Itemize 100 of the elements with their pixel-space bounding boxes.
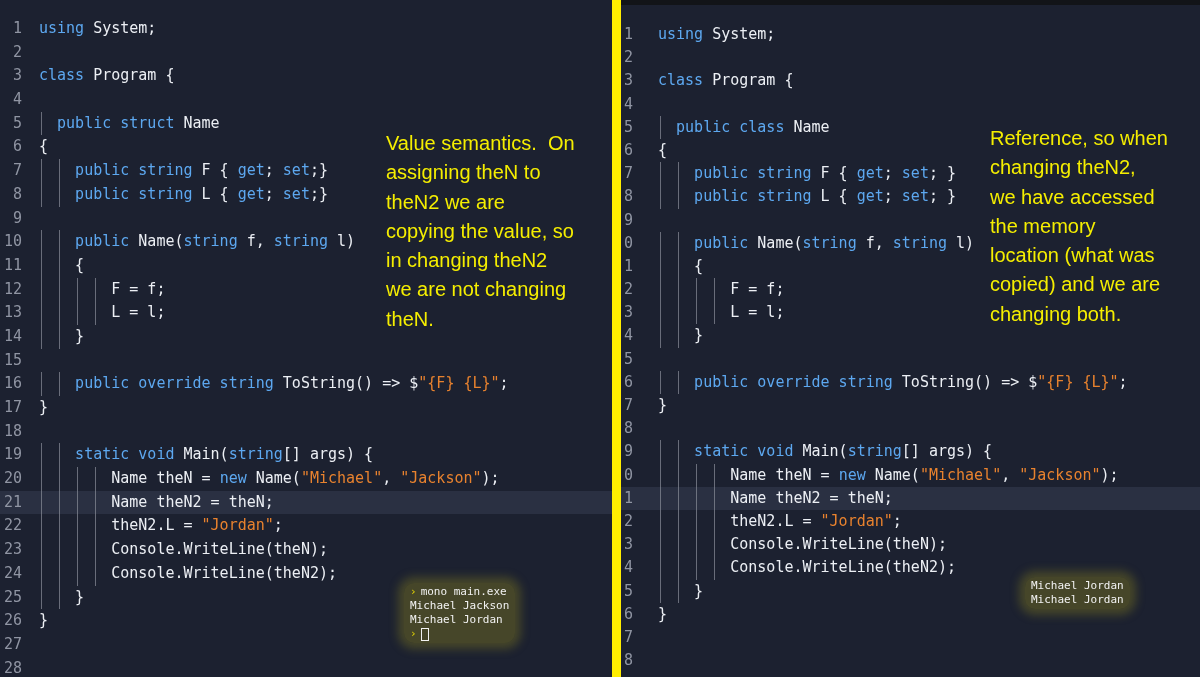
code-line: public class Name xyxy=(675,117,830,136)
line-number: 0 xyxy=(622,232,633,254)
code-line: using System; xyxy=(658,25,776,43)
line-number: 5 xyxy=(11,112,22,134)
line-number: 1 xyxy=(11,18,22,39)
line-number: 5 xyxy=(622,348,633,370)
code-line: public string F { get; set;} xyxy=(74,161,328,180)
line-number: 3 xyxy=(11,65,22,87)
code-line: L = l; xyxy=(729,303,785,322)
code-line: Console.WriteLine(theN); xyxy=(729,535,947,554)
line-number: 1 xyxy=(622,24,633,45)
code-line: Console.WriteLine(theN2); xyxy=(729,558,956,577)
line-number: 22 xyxy=(2,515,22,537)
code-line: { xyxy=(74,255,85,274)
line-number: 8 xyxy=(11,183,22,205)
line-number: 16 xyxy=(2,373,22,395)
line-number: 23 xyxy=(2,539,22,561)
line-number: 2 xyxy=(622,47,633,69)
line-number: 6 xyxy=(622,139,633,161)
code-line: } xyxy=(693,326,704,345)
line-number: 14 xyxy=(2,325,22,347)
code-line: public string L { get; set; } xyxy=(693,187,957,206)
code-line: { xyxy=(39,137,49,156)
line-number: 2 xyxy=(622,279,633,301)
line-number: 5 xyxy=(622,580,633,602)
line-number: 7 xyxy=(622,395,633,416)
code-line: { xyxy=(658,140,668,159)
line-number: 6 xyxy=(622,371,633,393)
code-line: } xyxy=(39,611,49,630)
line-number: 7 xyxy=(622,163,633,185)
code-line: theN2.L = "Jordan"; xyxy=(729,511,902,530)
code-line: { xyxy=(693,256,704,275)
line-number: 3 xyxy=(622,70,633,92)
code-line: public string L { get; set;} xyxy=(74,184,328,203)
line-number: 7 xyxy=(11,160,22,182)
code-line: public struct Name xyxy=(56,113,220,132)
line-number: 8 xyxy=(622,650,633,672)
line-number: 6 xyxy=(11,136,22,158)
code-line: static void Main(string[] args) { xyxy=(693,442,993,461)
line-number: 3 xyxy=(622,534,633,556)
line-number: 11 xyxy=(2,254,22,276)
code-line: Name theN2 = theN; xyxy=(729,488,893,507)
line-number: 17 xyxy=(2,397,22,418)
line-number: 27 xyxy=(2,633,22,655)
terminal-line: Michael Jordan xyxy=(410,613,503,627)
code-line: using System; xyxy=(39,19,157,37)
line-number: 5 xyxy=(622,116,633,138)
line-number: 20 xyxy=(2,468,22,490)
code-line: } xyxy=(39,398,49,416)
line-number: 4 xyxy=(622,325,633,347)
code-line: public string F { get; set; } xyxy=(693,164,957,183)
code-line: Name theN = new Name("Michael", "Jackson"); xyxy=(729,465,1119,484)
line-number: 2 xyxy=(11,41,22,63)
code-line: theN2.L = "Jordan"; xyxy=(110,516,283,535)
code-line: } xyxy=(658,396,668,414)
line-number: 1 xyxy=(622,255,633,277)
line-number: 19 xyxy=(2,444,22,466)
terminal-line: Michael Jordan xyxy=(1031,593,1124,607)
code-line: F = f; xyxy=(729,280,785,299)
line-number: 15 xyxy=(2,349,22,371)
line-number: 25 xyxy=(2,586,22,608)
code-line: Console.WriteLine(theN2); xyxy=(110,563,337,582)
annotation-text: Value semantics. On assigning theN to theN2 we are copying the value, so in changing theN2 we are not changing theN. xyxy=(386,131,576,332)
line-number: 21 xyxy=(2,491,22,513)
line-number: 12 xyxy=(2,278,22,300)
line-number: 28 xyxy=(2,657,22,677)
code-line: Console.WriteLine(theN); xyxy=(110,540,328,559)
code-line: public Name(string f, string l) xyxy=(693,233,975,252)
code-line: public override string ToString() => $"{F} {L}"; xyxy=(74,374,509,393)
line-number: 9 xyxy=(11,207,22,229)
line-number: 8 xyxy=(622,418,633,440)
line-number: 13 xyxy=(2,302,22,324)
line-number: 4 xyxy=(622,557,633,579)
line-number: 2 xyxy=(622,510,633,532)
line-number: 9 xyxy=(622,209,633,231)
line-number: 1 xyxy=(622,487,633,509)
line-number: 4 xyxy=(622,93,633,115)
code-line: class Program { xyxy=(39,66,175,85)
code-line: } xyxy=(74,326,85,345)
code-line: } xyxy=(658,604,668,623)
prompt-symbol: › xyxy=(410,585,417,599)
terminal-line: mono main.exe xyxy=(420,585,507,599)
code-line: Name theN2 = theN; xyxy=(110,492,274,511)
code-line: class Program { xyxy=(658,71,794,90)
line-number: 18 xyxy=(2,420,22,442)
code-line: } xyxy=(74,587,85,606)
terminal-line: Michael Jordan xyxy=(1031,579,1124,593)
line-number: 24 xyxy=(2,562,22,584)
line-number: 0 xyxy=(622,464,633,486)
code-line: Name theN = new Name("Michael", "Jackson"); xyxy=(110,469,500,488)
annotation-text: Reference, so when changing theN2, we have accessed the memory location (what was copied) and we are changing both. xyxy=(990,126,1169,327)
code-line: } xyxy=(693,581,704,600)
line-number: 26 xyxy=(2,610,22,632)
prompt-symbol: › xyxy=(410,627,417,641)
line-number: 10 xyxy=(2,231,22,253)
code-line: static void Main(string[] args) { xyxy=(74,445,374,464)
line-number: 3 xyxy=(622,302,633,324)
code-line: public Name(string f, string l) xyxy=(74,232,356,251)
line-number: 9 xyxy=(622,441,633,463)
code-line: L = l; xyxy=(110,303,166,322)
